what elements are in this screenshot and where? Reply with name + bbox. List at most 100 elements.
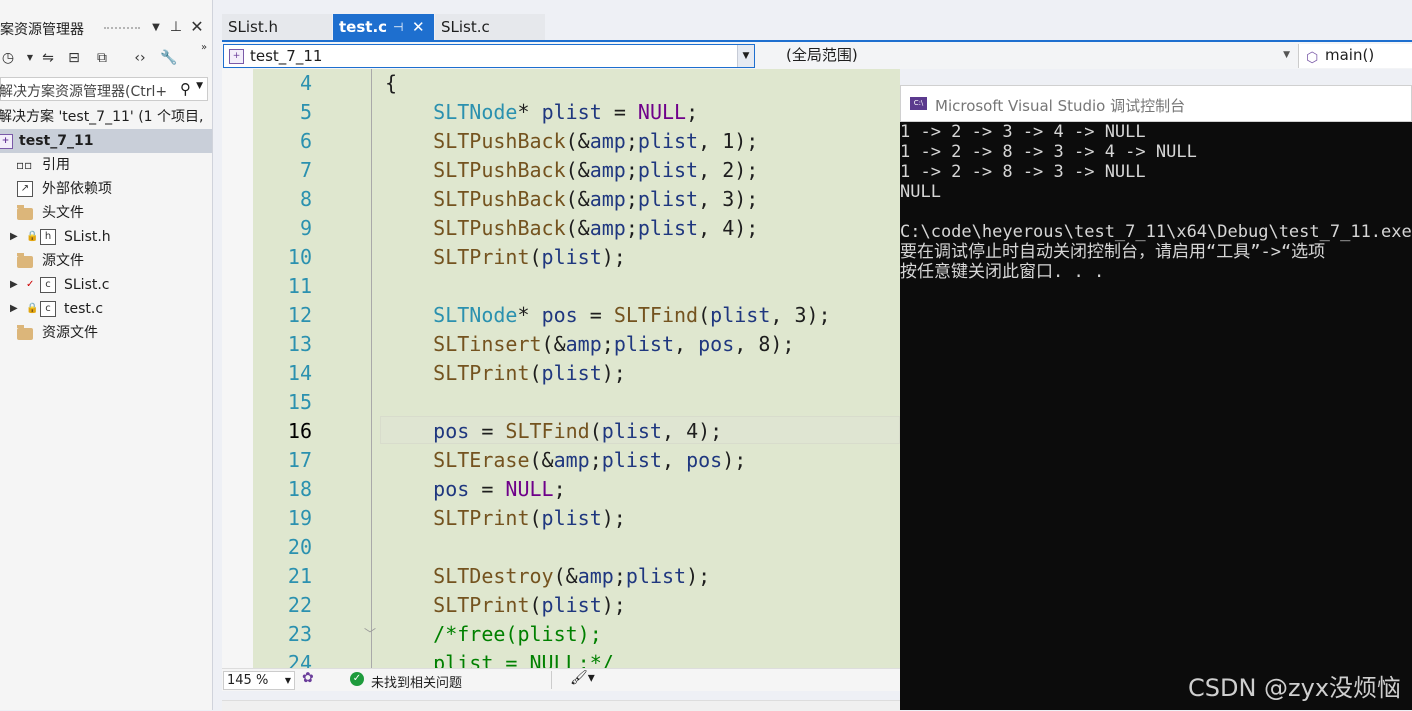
code-line: SLTPushBack(&amp;plist, 1); [433, 129, 759, 153]
pin-icon[interactable]: ⊣ [393, 14, 403, 40]
solution-explorer-header: 案资源管理器 ▼ ⊥ ✕ [0, 16, 212, 40]
tree-item-label: SList.h [64, 229, 111, 245]
tree-item-solution[interactable]: 解决方案 'test_7_11' (1 个项目, [0, 105, 212, 129]
drag-handle[interactable] [104, 27, 140, 32]
line-number: 8 [299, 187, 312, 211]
console-title-bar[interactable]: C:\ Microsoft Visual Studio 调试控制台 [900, 85, 1412, 122]
code-line-current: pos = SLTFind(plist, 4); [433, 419, 723, 443]
chevron-down-icon[interactable]: ▼ [196, 81, 203, 91]
code-line: SLTErase(&amp;plist, pos); [433, 448, 747, 472]
tree-item-references[interactable]: ▫▫ 引用 [0, 153, 212, 177]
tree-item-header-files[interactable]: 头文件 [0, 201, 212, 225]
collapse-all-icon[interactable]: ⊟ [66, 50, 82, 66]
issues-status[interactable]: 未找到相关问题 [371, 672, 462, 691]
copy-icon[interactable]: ⧉ [94, 50, 110, 66]
tree-item-label: test_7_11 [19, 133, 94, 149]
line-number-current: 16 [287, 419, 312, 443]
expand-arrow-icon[interactable]: ▶ [10, 273, 18, 297]
document-tabs: SList.h test.c ⊣ ✕ SList.c [222, 14, 545, 41]
console-icon: C:\ [910, 97, 927, 110]
tree-item-source-files[interactable]: 源文件 [0, 249, 212, 273]
solution-explorer-toolbar: ◷ ▼ ⇋ ⊟ ⧉ ‹› 🔧 » [0, 42, 212, 70]
close-icon[interactable]: ✕ [189, 19, 205, 35]
search-placeholder: 解决方案资源管理器(Ctrl+ [0, 84, 168, 100]
code-line: SLTPrint(plist); [433, 593, 626, 617]
project-name: test_7_11 [250, 47, 323, 65]
code-line: SLTinsert(&amp;plist, pos, 8); [433, 332, 795, 356]
line-number: 4 [299, 71, 312, 95]
sync-icon[interactable]: ⇋ [40, 50, 56, 66]
zoom-dropdown[interactable]: 145 % ▼ [223, 671, 295, 690]
scope-name: (全局范围) [786, 46, 858, 64]
code-line: SLTPrint(plist); [433, 506, 626, 530]
line-number: 17 [287, 448, 312, 472]
history-icon[interactable]: ◷ [0, 50, 16, 66]
tree-item-label: 源文件 [42, 253, 84, 269]
tab-label: SList.h [228, 18, 279, 36]
tree-item-project[interactable]: + test_7_11 [0, 129, 212, 153]
code-view-icon[interactable]: ‹› [132, 50, 148, 66]
console-line: C:\code\heyerous\test_7_11\x64\Debug\tes… [900, 222, 1412, 242]
line-number: 12 [287, 303, 312, 327]
code-line-comment: plist = NULL;*/ [385, 651, 614, 668]
tree-item-label: 引用 [42, 157, 70, 173]
tab-slist-c[interactable]: SList.c [435, 14, 545, 41]
function-dropdown[interactable]: ⬡ main() [1298, 44, 1412, 68]
chevron-down-icon[interactable]: ▼ [1283, 44, 1290, 66]
tree-item-label: 资源文件 [42, 325, 98, 341]
wrench-icon[interactable]: 🔧 [160, 50, 177, 66]
dropdown-icon[interactable]: ▼ [148, 20, 164, 36]
tree-item-label: test.c [64, 301, 104, 317]
watermark: CSDN @zyx没烦恼 [1188, 674, 1402, 702]
code-line: { [385, 71, 398, 95]
expand-arrow-icon[interactable]: ▶ [10, 225, 18, 249]
debug-console-window[interactable]: C:\ Microsoft Visual Studio 调试控制台 1 -> 2… [900, 85, 1412, 710]
console-line: 1 -> 2 -> 3 -> 4 -> NULL [900, 122, 1146, 142]
tab-label: SList.c [441, 18, 490, 36]
search-icon[interactable]: ⚲ [180, 80, 191, 98]
code-line-comment: /*free(plist); [385, 622, 602, 646]
project-dropdown[interactable]: + test_7_11 ▼ [223, 44, 755, 68]
close-icon[interactable]: ✕ [412, 14, 425, 40]
line-number: 9 [299, 216, 312, 240]
scope-dropdown[interactable]: (全局范围) ▼ [762, 44, 1294, 68]
tree-item-label: 外部依赖项 [42, 181, 112, 197]
code-line: SLTPushBack(&amp;plist, 3); [433, 187, 759, 211]
pin-icon[interactable]: ⊥ [168, 19, 184, 35]
console-line: 1 -> 2 -> 8 -> 3 -> NULL [900, 162, 1146, 182]
indent-guide [371, 69, 372, 668]
expand-arrow-icon[interactable]: ▶ [10, 297, 18, 321]
code-editor[interactable]: ﹀ 4 5 6 7 8 9 10 11 12 13 14 15 16 17 18… [222, 69, 900, 668]
solution-explorer: 案资源管理器 ▼ ⊥ ✕ ◷ ▼ ⇋ ⊟ ⧉ ‹› 🔧 » 解决方案资源管理器(… [0, 0, 213, 710]
line-number: 5 [299, 100, 312, 124]
code-cleanup-icon[interactable]: 🖌▾ [570, 670, 595, 686]
line-number: 11 [287, 274, 312, 298]
overflow-icon[interactable]: » [196, 40, 212, 56]
project-icon: + [229, 49, 244, 64]
tree-item-external-deps[interactable]: ↗ 外部依赖项 [0, 177, 212, 201]
line-number: 10 [287, 245, 312, 269]
tree-item-resource-files[interactable]: 资源文件 [0, 321, 212, 345]
solution-search-input[interactable]: 解决方案资源管理器(Ctrl+ ⚲ ▼ [0, 77, 208, 101]
folder-icon [17, 325, 33, 340]
tab-test-c[interactable]: test.c ⊣ ✕ [333, 14, 434, 41]
console-line: 要在调试停止时自动关闭控制台，请启用“工具”->“选项 [900, 242, 1326, 262]
console-line: 按任意键关闭此窗口. . . [900, 262, 1105, 282]
lock-icon: 🔒 [26, 231, 39, 242]
line-number: 14 [287, 361, 312, 385]
folder-icon [17, 205, 33, 220]
console-line: NULL [900, 182, 941, 202]
chevron-down-icon[interactable]: ▼ [22, 50, 38, 66]
code-line: SLTNode* pos = SLTFind(plist, 3); [433, 303, 831, 327]
tree-item-label: 解决方案 'test_7_11' (1 个项目, [0, 109, 204, 125]
copilot-icon[interactable]: ✿ [302, 670, 314, 686]
tab-slist-h[interactable]: SList.h [222, 14, 332, 41]
chevron-down-icon[interactable]: ▼ [737, 45, 754, 67]
tree-item-test-c[interactable]: ▶ 🔒 c test.c [0, 297, 212, 321]
fold-icon[interactable]: ﹀ [364, 625, 376, 642]
checkmark-icon: ✓ [26, 279, 35, 290]
header-file-icon: h [40, 229, 56, 245]
tree-item-slist-c[interactable]: ▶ ✓ c SList.c [0, 273, 212, 297]
tree-item-slist-h[interactable]: ▶ 🔒 h SList.h [0, 225, 212, 249]
chevron-down-icon[interactable]: ▼ [285, 672, 291, 689]
